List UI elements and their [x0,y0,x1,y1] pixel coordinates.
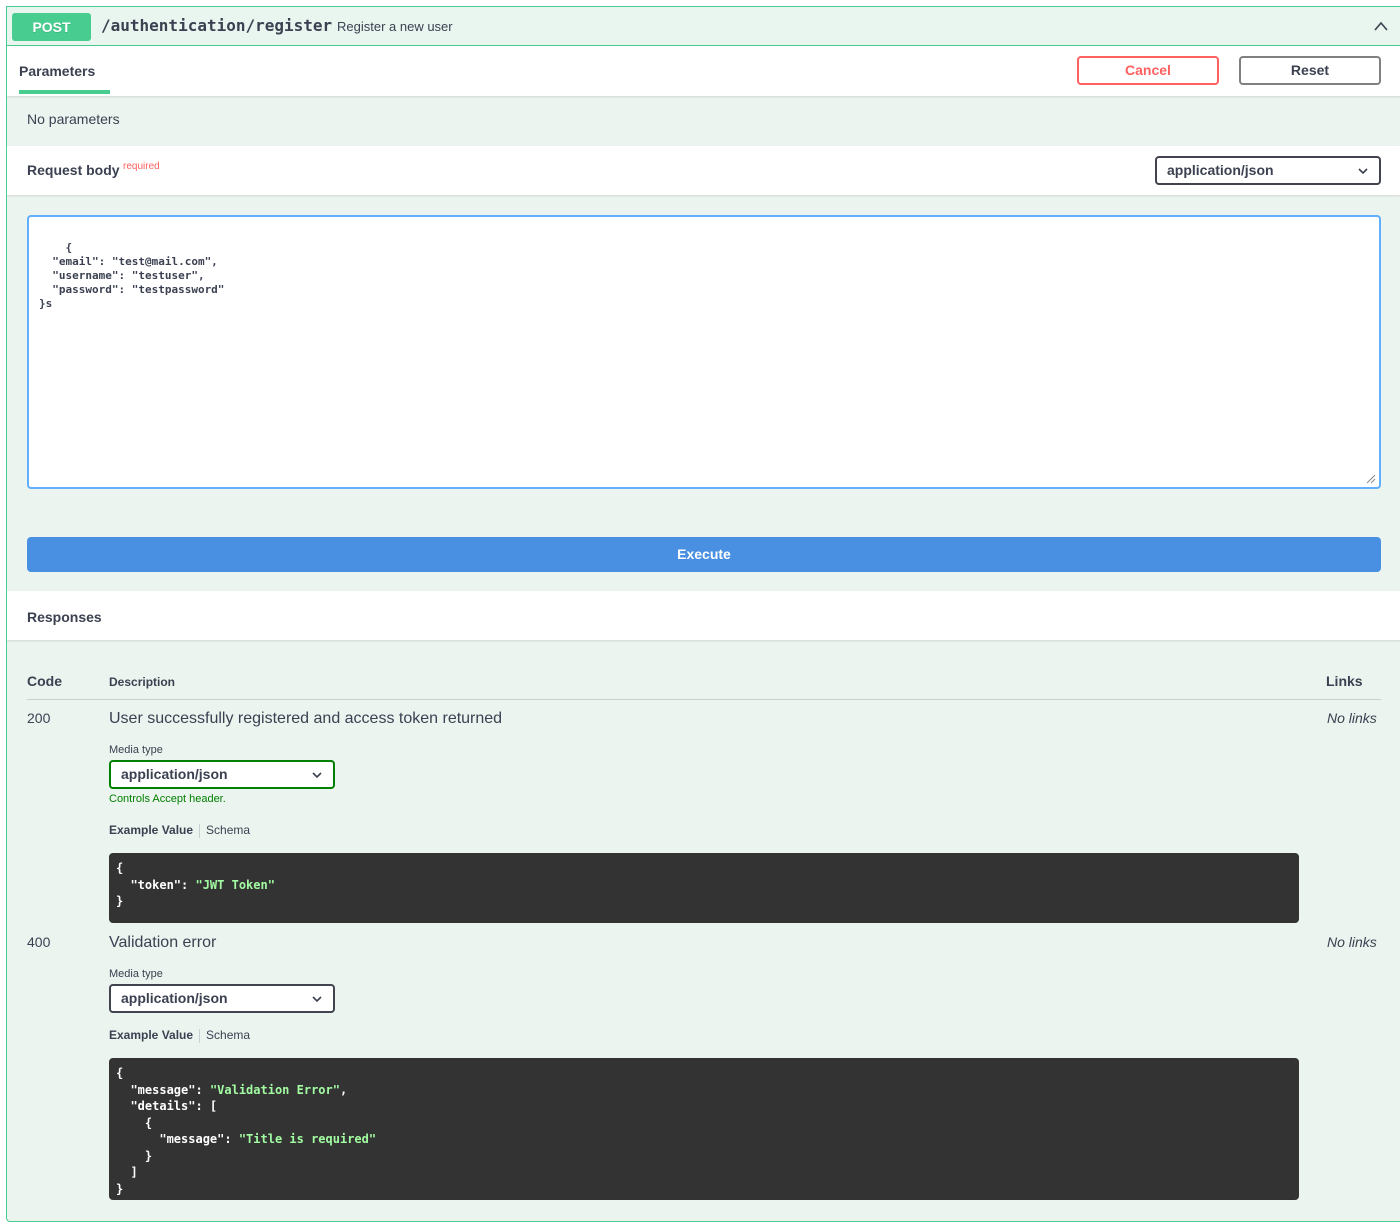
code-string: "JWT Token" [195,877,275,892]
chevron-down-icon [1358,168,1368,175]
code-line: } [116,894,124,908]
resize-handle-icon[interactable] [1366,474,1376,484]
method-badge: POST [12,13,91,41]
tab-example-value[interactable]: Example Value [109,1028,193,1042]
required-label: required [123,161,160,172]
response-links-200: No links [1327,710,1377,726]
code-string: "Validation Error" [209,1082,340,1097]
example-code-block-200: { "token": "JWT Token" } [109,853,1299,923]
request-body-title: Request body [27,162,120,178]
code-key: "token" [116,877,182,892]
code-line: } [116,1148,153,1163]
example-code-block-400: { "message": "Validation Error", "detail… [109,1058,1299,1200]
endpoint-description: Register a new user [337,19,453,34]
code-punct: : [181,877,196,892]
code-line: { [116,1115,153,1130]
tab-separator [199,823,201,838]
chevron-up-icon[interactable] [1374,20,1388,34]
tab-active-indicator [19,90,110,94]
media-type-label: Media type [109,968,163,980]
chevron-down-icon [312,996,322,1003]
response-media-type-value: application/json [121,990,228,1006]
operation-block: POST /authentication/register Register a… [6,6,1400,1222]
response-links-400: No links [1327,934,1377,950]
media-type-label: Media type [109,744,163,756]
code-line: ] [116,1165,138,1179]
response-media-type-select-400[interactable]: application/json [109,984,335,1013]
table-divider [27,699,1381,700]
request-content-type-select[interactable]: application/json [1155,156,1381,185]
tab-separator [199,1028,201,1043]
no-parameters-text: No parameters [27,111,120,127]
tab-schema[interactable]: Schema [206,823,250,837]
column-header-links: Links [1326,673,1363,689]
responses-title: Responses [27,609,102,625]
code-key: "message" [116,1132,225,1146]
column-header-description: Description [109,675,176,689]
responses-header [7,591,1400,640]
code-line: } [116,1181,124,1196]
response-description-400: Validation error [109,934,217,951]
code-key: "message" [116,1082,196,1097]
code-punct: : [224,1132,239,1146]
operation-summary[interactable]: POST /authentication/register Register a… [7,7,1400,46]
tab-parameters[interactable]: Parameters [19,63,95,79]
example-tabs-200: Example Value Schema [109,823,250,838]
code-punct: , [339,1082,348,1097]
request-content-type-value: application/json [1167,162,1274,178]
response-code-200: 200 [27,710,51,726]
reset-button[interactable]: Reset [1239,56,1381,85]
code-line: { [116,1066,124,1080]
cancel-button[interactable]: Cancel [1077,56,1219,85]
chevron-down-icon [312,772,322,779]
response-code-400: 400 [27,934,51,950]
request-body-text: { "email": "test@mail.com", "username": … [39,241,225,310]
column-header-code: Code [27,673,62,689]
execute-button[interactable]: Execute [27,537,1381,572]
code-punct: : [195,1082,210,1097]
response-media-type-value: application/json [121,766,228,782]
endpoint-path: /authentication/register [101,16,333,35]
code-string: "Title is required" [238,1132,377,1146]
code-key: "details" [116,1099,196,1113]
code-line: { [116,861,124,875]
request-body-editor[interactable]: { "email": "test@mail.com", "username": … [27,215,1381,489]
code-punct: : [ [195,1099,218,1113]
response-description-200: User successfully registered and access … [109,710,503,727]
tab-schema[interactable]: Schema [206,1028,250,1042]
response-media-type-select-200[interactable]: application/json [109,760,335,789]
controls-accept-note: Controls Accept header. [109,793,226,805]
example-tabs-400: Example Value Schema [109,1028,250,1043]
tab-example-value[interactable]: Example Value [109,823,193,837]
